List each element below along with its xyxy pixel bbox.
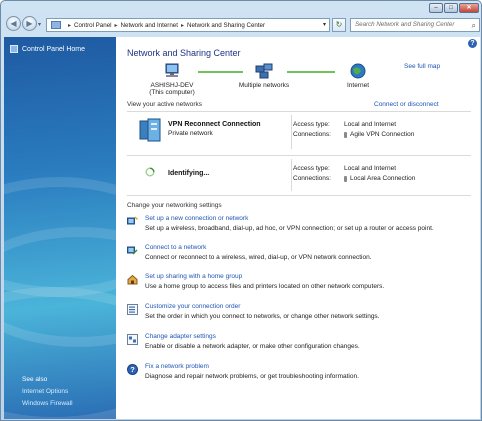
back-button[interactable]: ◀ [6, 16, 21, 31]
window-controls: – □ ✕ [429, 3, 479, 13]
connection-name: Agile VPN Connection [350, 131, 415, 138]
page-title: Network and Sharing Center [127, 48, 241, 58]
task-item: Customize your connection order Set the … [127, 303, 471, 325]
breadcrumb-control-panel[interactable]: Control Panel [74, 22, 112, 29]
maximize-button[interactable]: □ [444, 3, 458, 13]
connection-link[interactable]: Agile VPN Connection [344, 131, 414, 138]
homegroup-icon [127, 274, 138, 285]
network-name: Identifying... [168, 170, 210, 177]
connections-label: Connections: [293, 131, 331, 138]
see-also-heading: See also [22, 376, 48, 383]
computer-name: ASHISHJ-DEV [150, 82, 194, 89]
access-type-value: Local and Internet [344, 121, 397, 128]
back-arrow-icon: ◀ [10, 19, 17, 28]
task-link[interactable]: Change adapter settings [145, 333, 216, 340]
troubleshoot-icon: ? [127, 364, 138, 375]
windows-firewall-link[interactable]: Windows Firewall [22, 400, 73, 407]
task-link[interactable]: Connect to a network [145, 244, 206, 251]
address-bar-row: ◀ ▶ ▾ ▸ Control Panel ▸ Network and Inte… [1, 1, 481, 35]
control-panel-home-icon [10, 45, 18, 53]
sidebar: Control Panel Home See also Internet Opt… [4, 37, 116, 419]
task-description: Use a home group to access files and pri… [145, 283, 385, 290]
access-type-value: Local and Internet [344, 165, 397, 172]
globe-icon [350, 63, 366, 79]
control-panel-home-link[interactable]: Control Panel Home [10, 45, 85, 53]
refresh-icon: ↻ [335, 20, 343, 29]
forward-arrow-icon: ▶ [26, 19, 33, 28]
search-icon[interactable]: ⌕ [472, 20, 476, 32]
task-description: Set up a wireless, broadband, dial-up, a… [145, 225, 434, 232]
internet-options-link[interactable]: Internet Options [22, 388, 68, 395]
task-description: Enable or disable a network adapter, or … [145, 343, 360, 350]
forward-button[interactable]: ▶ [22, 16, 37, 31]
task-description: Connect or reconnect to a wireless, wire… [145, 254, 372, 261]
svg-text:?: ? [130, 365, 135, 374]
active-network-vpn: VPN Reconnect Connection Private network… [127, 115, 471, 153]
connection-order-icon [127, 304, 138, 315]
help-button[interactable]: ? [468, 39, 477, 48]
address-dropdown-icon[interactable]: ▾ [323, 21, 326, 28]
close-button[interactable]: ✕ [459, 3, 479, 13]
address-bar[interactable]: ▸ Control Panel ▸ Network and Internet ▸… [46, 18, 330, 32]
network-type[interactable]: Private network [168, 130, 213, 137]
computer-icon [165, 63, 179, 77]
map-this-computer[interactable]: ASHISHJ-DEV (This computer) [142, 63, 202, 96]
refresh-button[interactable]: ↻ [332, 18, 346, 32]
divider [291, 115, 292, 149]
access-type-label: Access type: [293, 121, 330, 128]
connections-label: Connections: [293, 175, 331, 182]
control-panel-home-label: Control Panel Home [22, 45, 86, 53]
internet-label: Internet [346, 82, 370, 89]
task-link[interactable]: Set up sharing with a home group [145, 273, 242, 280]
multiple-networks-label: Multiple networks [238, 82, 290, 89]
adapter-settings-icon [127, 334, 138, 345]
task-item: ? Fix a network problem Diagnose and rep… [127, 363, 471, 385]
divider [291, 159, 292, 191]
separator [127, 195, 471, 196]
task-item: Set up a new connection or network Set u… [127, 215, 471, 237]
recent-pages-dropdown[interactable]: ▾ [38, 21, 41, 28]
access-type-label: Access type: [293, 165, 330, 172]
change-settings-label: Change your networking settings [127, 202, 222, 209]
networks-icon [255, 63, 273, 79]
map-internet[interactable]: Internet [328, 63, 388, 89]
control-panel-icon [51, 21, 61, 29]
breadcrumb-network-internet[interactable]: Network and Internet [121, 22, 178, 29]
minimize-button[interactable]: – [429, 3, 443, 13]
new-connection-icon [127, 216, 138, 225]
task-item: Connect to a network Connect or reconnec… [127, 244, 471, 266]
computer-sub: (This computer) [149, 89, 195, 96]
breadcrumb-network-sharing[interactable]: Network and Sharing Center [187, 22, 265, 29]
separator [127, 155, 471, 156]
separator [127, 111, 471, 112]
task-item: Set up sharing with a home group Use a h… [127, 273, 471, 295]
vpn-plug-icon [344, 131, 347, 138]
map-multiple-networks[interactable]: Multiple networks [234, 63, 294, 89]
task-link[interactable]: Set up a new connection or network [145, 215, 248, 222]
task-link[interactable]: Fix a network problem [145, 363, 209, 370]
active-network-identifying: Identifying... Access type: Local and In… [127, 159, 471, 191]
network-name: VPN Reconnect Connection [168, 121, 261, 128]
connection-link[interactable]: Local Area Connection [344, 175, 415, 182]
task-description: Diagnose and repair network problems, or… [145, 373, 359, 380]
task-link[interactable]: Customize your connection order [145, 303, 240, 310]
search-input[interactable]: Search Network and Sharing Center ⌕ [350, 18, 480, 32]
task-description: Set the order in which you connect to ne… [145, 313, 380, 320]
window: ◀ ▶ ▾ ▸ Control Panel ▸ Network and Inte… [0, 0, 482, 421]
main-content: ? Network and Sharing Center See full ma… [116, 37, 480, 419]
task-item: Change adapter settings Enable or disabl… [127, 333, 471, 355]
search-placeholder: Search Network and Sharing Center [355, 21, 455, 28]
connection-name: Local Area Connection [350, 175, 416, 182]
connect-or-disconnect-link[interactable]: Connect or disconnect [374, 101, 439, 108]
identifying-spinner-icon [145, 167, 155, 177]
active-networks-label: View your active networks [127, 101, 203, 108]
connect-network-icon [127, 246, 138, 255]
see-full-map-link[interactable]: See full map [404, 63, 440, 70]
ethernet-plug-icon [344, 175, 347, 182]
vpn-network-icon[interactable] [137, 117, 163, 143]
